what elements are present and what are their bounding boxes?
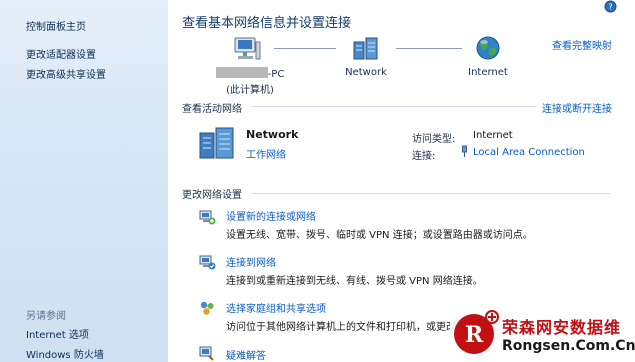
- pc-name-label: -PC: [208, 67, 292, 80]
- network-icon[interactable]: [352, 36, 380, 62]
- control-panel-home-link[interactable]: 控制面板主页: [26, 18, 86, 33]
- watermark-domain-text: Rongsen.Com.Cn: [502, 338, 635, 354]
- internet-options-link[interactable]: Internet 选项: [26, 326, 89, 341]
- active-networks-divider: [252, 106, 536, 107]
- connect-to-network-link[interactable]: 连接到网络: [226, 254, 276, 269]
- watermark: R 荣森网安数据维 Rongsen.Com.Cn: [450, 305, 635, 362]
- windows-firewall-link[interactable]: Windows 防火墙: [26, 346, 104, 361]
- troubleshoot-link[interactable]: 疑难解答: [226, 347, 266, 362]
- network-node-label: Network: [345, 67, 387, 78]
- local-area-connection-link[interactable]: Local Area Connection: [473, 147, 585, 158]
- help-icon[interactable]: ?: [604, 0, 617, 13]
- svg-text:R: R: [465, 322, 484, 348]
- internet-node-label: Internet: [468, 67, 508, 78]
- lan-connection-icon: [462, 145, 467, 157]
- map-line-network-internet: [396, 48, 462, 49]
- connections-label: 连接:: [412, 151, 436, 162]
- connect-to-network-desc: 连接到或重新连接到无线、有线、拨号或 VPN 网络连接。: [226, 276, 483, 287]
- map-line-pc-network: [274, 48, 336, 49]
- access-type-value: Internet: [473, 130, 513, 141]
- redacted-pc-name: [215, 67, 268, 78]
- computer-icon[interactable]: [232, 36, 262, 62]
- access-type-label: 访问类型:: [412, 134, 456, 145]
- connect-disconnect-link[interactable]: 连接或断开连接: [542, 100, 612, 115]
- setup-new-connection-link[interactable]: 设置新的连接或网络: [226, 208, 316, 223]
- homegroup-sharing-icon: [200, 301, 214, 315]
- see-full-map-link[interactable]: 查看完整映射: [552, 37, 612, 52]
- troubleshoot-icon: [199, 346, 214, 361]
- connect-to-network-icon: [199, 255, 216, 270]
- change-settings-divider: [252, 193, 610, 194]
- active-network-name: Network: [246, 128, 299, 141]
- svg-text:?: ?: [608, 3, 612, 12]
- active-network-icon[interactable]: [198, 126, 236, 160]
- active-networks-header: 查看活动网络: [182, 104, 242, 115]
- internet-globe-icon[interactable]: [475, 35, 501, 61]
- change-settings-header: 更改网络设置: [182, 190, 242, 201]
- network-type-link[interactable]: 工作网络: [246, 146, 286, 161]
- setup-connection-icon: [199, 210, 216, 225]
- left-pane: 控制面板主页 更改适配器设置 更改高级共享设置 另请参阅 Internet 选项…: [0, 0, 168, 362]
- page-title: 查看基本网络信息并设置连接: [182, 16, 352, 31]
- change-advanced-sharing-link[interactable]: 更改高级共享设置: [26, 66, 106, 81]
- see-also-label: 另请参阅: [26, 311, 66, 322]
- setup-new-connection-desc: 设置无线、宽带、拨号、临时或 VPN 连接；或设置路由器或访问点。: [226, 230, 533, 241]
- homegroup-sharing-link[interactable]: 选择家庭组和共享选项: [226, 300, 326, 315]
- pc-name-suffix: -PC: [267, 69, 285, 80]
- change-adapter-settings-link[interactable]: 更改适配器设置: [26, 46, 96, 61]
- watermark-logo: R: [454, 310, 499, 354]
- watermark-chinese-text: 荣森网安数据维: [502, 318, 622, 337]
- pc-caption: (此计算机): [226, 85, 274, 96]
